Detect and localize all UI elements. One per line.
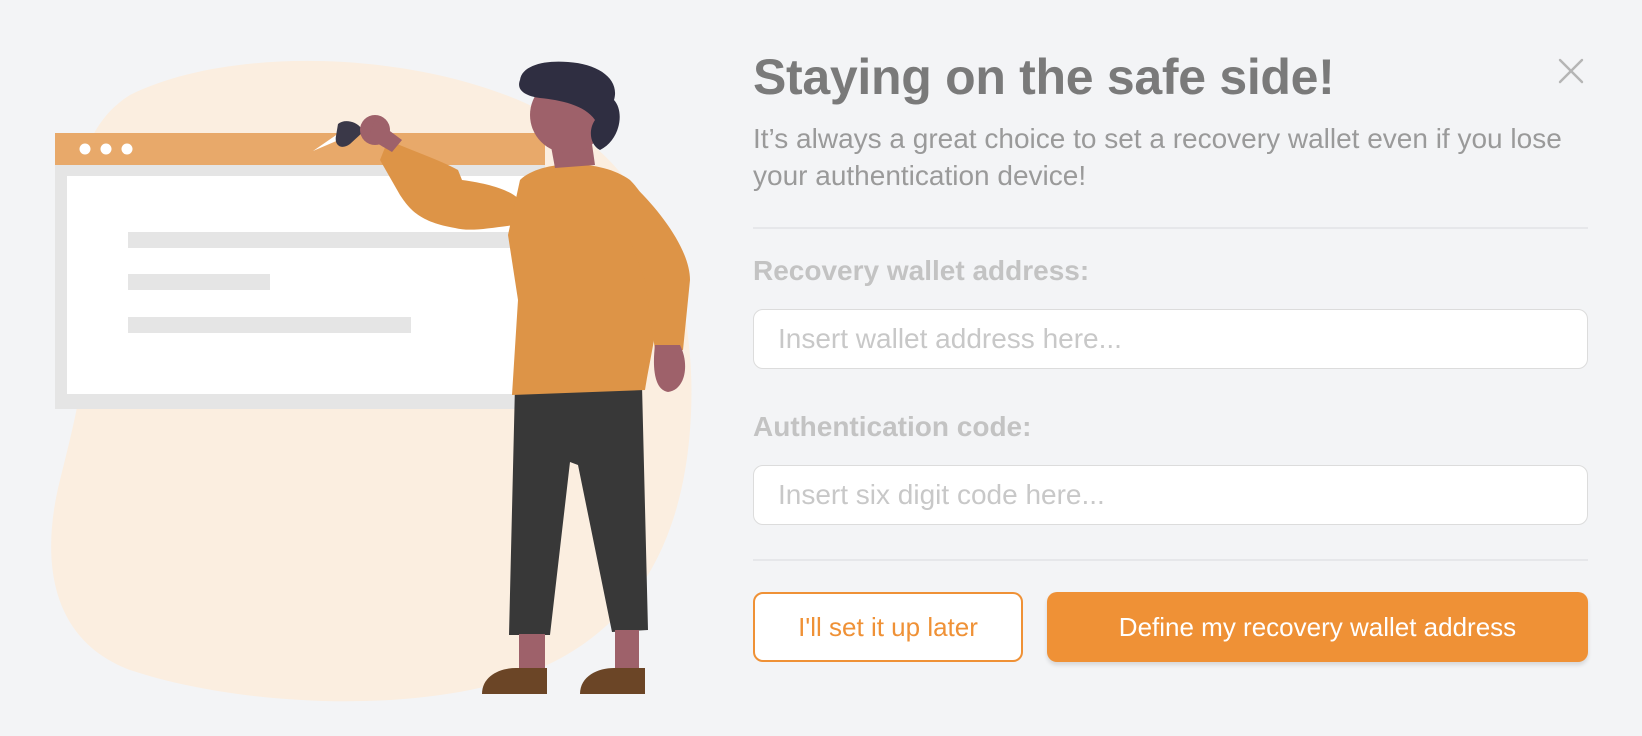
close-button[interactable] (1556, 56, 1586, 86)
right-shoe (580, 668, 645, 694)
left-ankle (519, 634, 545, 670)
dialog-content: Staying on the safe side! It’s always a … (753, 44, 1588, 662)
content-line-1 (128, 232, 520, 248)
auth-code-label: Authentication code: (753, 411, 1032, 442)
wallet-address-field[interactable] (753, 309, 1588, 369)
window-dot-3 (121, 143, 133, 155)
set-up-later-button[interactable]: I'll set it up later (753, 592, 1023, 662)
bottom-divider (753, 559, 1588, 561)
wallet-address-label: Recovery wallet address: (753, 255, 1090, 286)
close-icon[interactable] (1556, 56, 1586, 86)
recovery-wallet-dialog: Staying on the safe side! It’s always a … (0, 0, 1642, 736)
define-recovery-wallet-button[interactable]: Define my recovery wallet address (1047, 592, 1588, 662)
dialog-title: Staying on the safe side! (753, 49, 1335, 105)
content-line-3 (128, 317, 411, 333)
illustration (0, 0, 720, 736)
auth-code-field[interactable] (753, 465, 1588, 525)
window-dot-1 (79, 143, 91, 155)
right-ankle (615, 630, 639, 668)
window-dot-2 (100, 143, 112, 155)
person-pinning-browser-illustration (51, 60, 692, 702)
content-line-2 (128, 274, 270, 290)
dialog-subtitle: It’s always a great choice to set a reco… (753, 123, 1562, 191)
action-buttons: I'll set it up later Define my recovery … (753, 592, 1588, 662)
wallet-address-input[interactable] (778, 323, 1563, 355)
auth-code-input[interactable] (778, 479, 1563, 511)
top-divider (753, 227, 1588, 229)
